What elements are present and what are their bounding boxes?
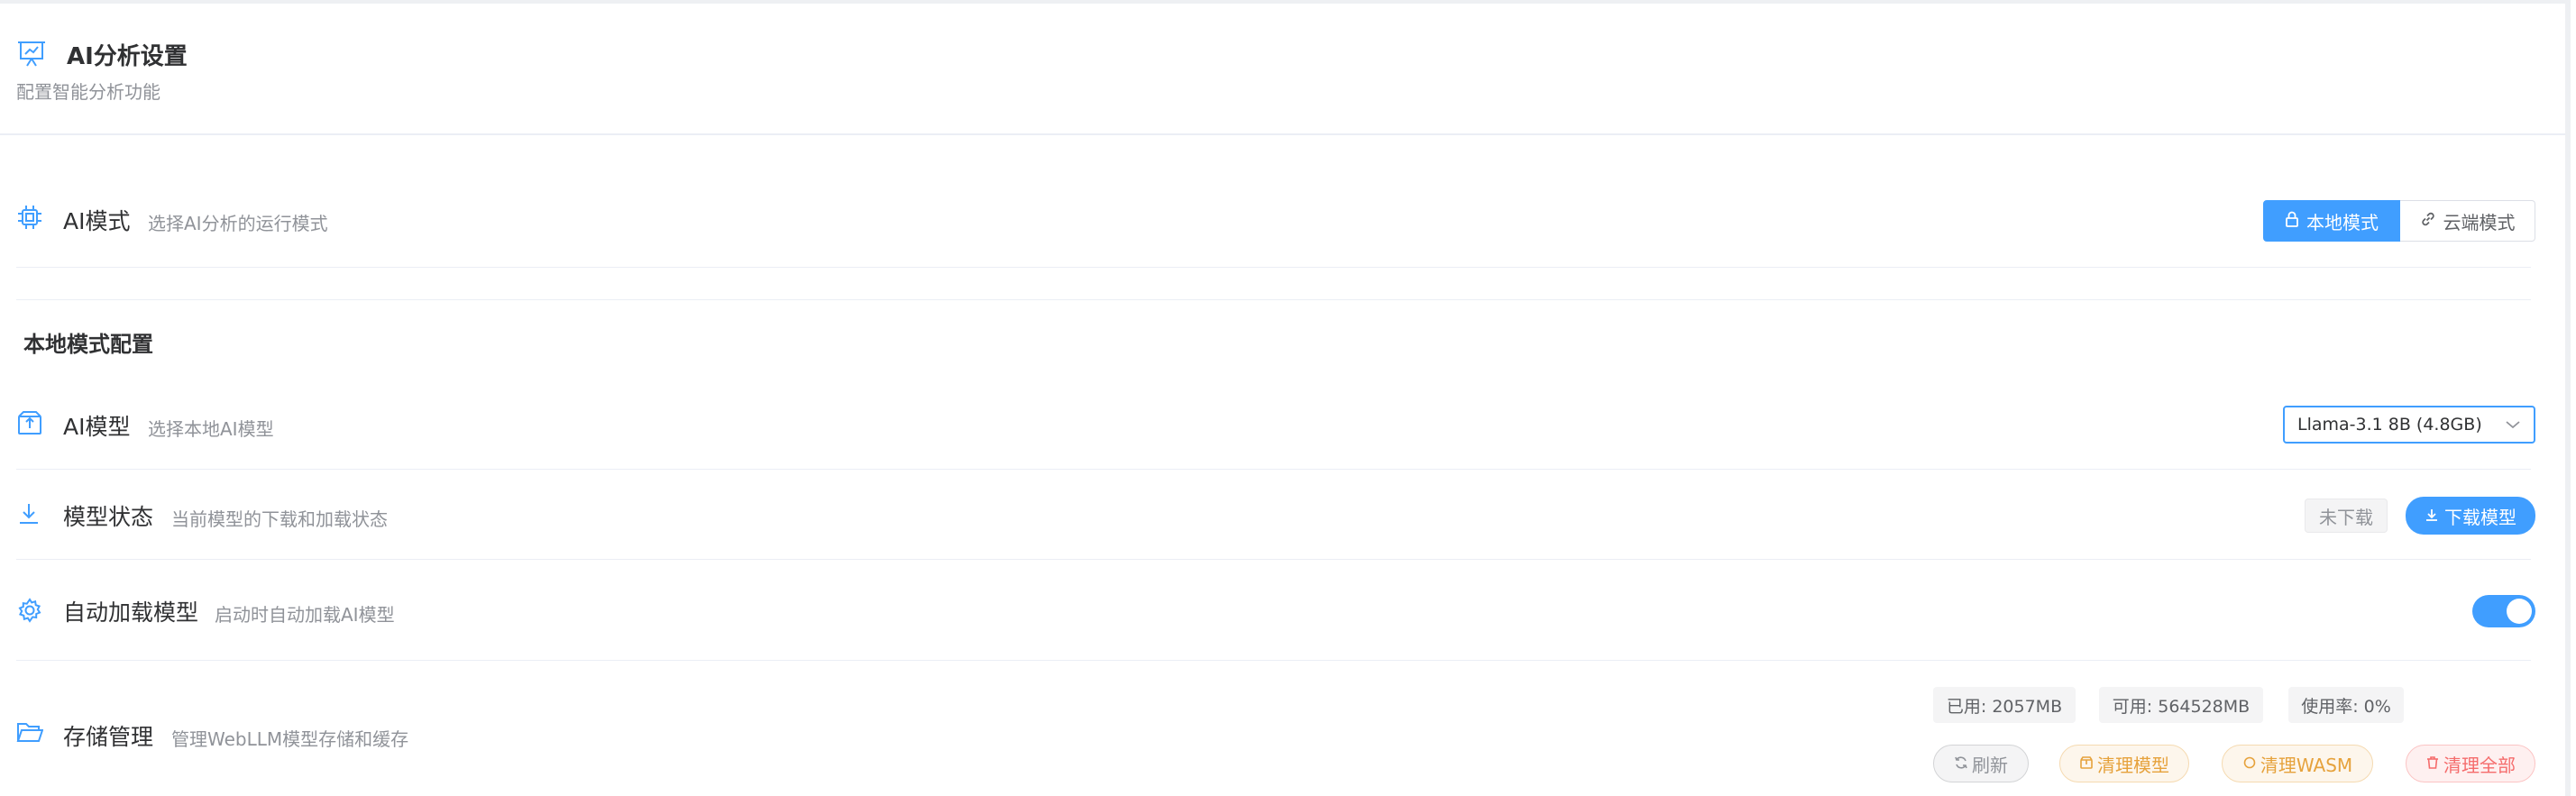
clear-wasm-button[interactable]: 清理WASM — [2222, 745, 2373, 782]
ai-mode-desc: 选择AI分析的运行模式 — [148, 213, 328, 234]
refresh-label: 刷新 — [1972, 754, 2008, 776]
page-title: AI分析设置 — [67, 43, 188, 70]
clear-models-button[interactable]: 清理模型 — [2059, 745, 2189, 782]
storage-usage-rate: 使用率: 0% — [2288, 687, 2404, 723]
lock-icon — [2285, 210, 2299, 232]
local-mode-label: 本地模式 — [2306, 211, 2379, 233]
panel-header: AI分析设置 配置智能分析功能 — [0, 4, 2565, 135]
presentation-chart-icon — [16, 40, 47, 69]
model-status-desc: 当前模型的下载和加载状态 — [171, 508, 388, 530]
auto-load-label: 自动加载模型 — [63, 599, 199, 626]
local-mode-button[interactable]: 本地模式 — [2263, 200, 2400, 242]
divider — [16, 299, 2531, 300]
ai-mode-label: AI模式 — [63, 208, 131, 234]
auto-load-desc: 启动时自动加载AI模型 — [215, 604, 395, 626]
ai-model-desc: 选择本地AI模型 — [148, 418, 274, 440]
cpu-chip-icon — [16, 204, 43, 231]
divider — [16, 559, 2531, 560]
package-icon — [2079, 753, 2094, 774]
storage-available: 可用: 564528MB — [2099, 687, 2263, 723]
cloud-mode-button[interactable]: 云端模式 — [2400, 200, 2535, 242]
storage-label: 存储管理 — [63, 724, 154, 750]
divider — [16, 469, 2531, 470]
download-model-button[interactable]: 下载模型 — [2406, 497, 2535, 535]
auto-load-toggle[interactable] — [2472, 595, 2535, 627]
storage-desc: 管理WebLLM模型存储和缓存 — [171, 728, 409, 750]
storage-used: 已用: 2057MB — [1933, 687, 2076, 723]
ai-model-label: AI模型 — [63, 414, 131, 440]
ai-model-selected-value: Llama-3.1 8B (4.8GB) — [2297, 415, 2482, 435]
ai-mode-segmented: 本地模式 云端模式 — [2263, 200, 2535, 242]
model-status-label: 模型状态 — [63, 504, 154, 530]
cloud-mode-label: 云端模式 — [2443, 211, 2516, 233]
divider — [16, 267, 2531, 268]
trash-icon — [2425, 753, 2440, 774]
chevron-down-icon — [2505, 415, 2521, 435]
divider — [16, 660, 2531, 661]
local-config-section-title: 本地模式配置 — [23, 332, 153, 357]
refresh-button[interactable]: 刷新 — [1933, 745, 2029, 782]
download-model-label: 下载模型 — [2444, 506, 2516, 528]
circle-icon — [2242, 753, 2257, 774]
download-icon — [2425, 505, 2439, 526]
clear-all-label: 清理全部 — [2443, 754, 2516, 776]
toggle-knob — [2507, 599, 2532, 624]
clear-all-button[interactable]: 清理全部 — [2406, 745, 2535, 782]
package-icon — [16, 409, 43, 436]
folder-open-icon — [16, 721, 43, 745]
link-icon — [2420, 210, 2436, 232]
page-subtitle: 配置智能分析功能 — [16, 81, 160, 103]
model-status-tag: 未下载 — [2305, 499, 2388, 533]
ai-model-select[interactable]: Llama-3.1 8B (4.8GB) — [2283, 406, 2535, 444]
gear-icon — [16, 597, 43, 624]
ai-settings-panel: AI分析设置 配置智能分析功能 AI模式 选择AI分析的运行模式 本地模式 云端… — [0, 0, 2571, 796]
clear-wasm-label: 清理WASM — [2260, 754, 2353, 776]
clear-models-label: 清理模型 — [2097, 754, 2169, 776]
download-icon — [16, 501, 41, 526]
refresh-icon — [1954, 753, 1968, 774]
